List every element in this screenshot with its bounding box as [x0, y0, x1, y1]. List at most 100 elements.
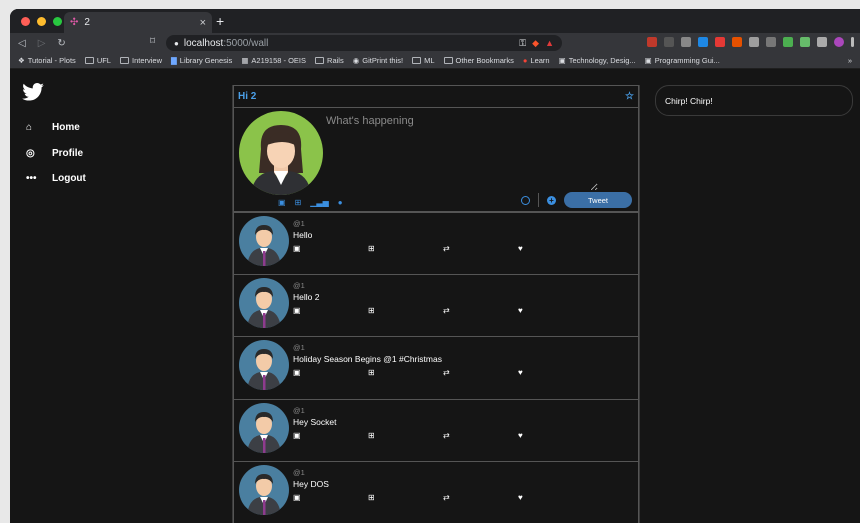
folder-icon [443, 57, 453, 64]
bookmark-item[interactable]: ▦ A219158 - OEIS [241, 56, 306, 65]
image-icon[interactable]: ▣ [293, 431, 301, 440]
post-handle[interactable]: @1 [293, 406, 305, 415]
extension-icon[interactable] [715, 37, 725, 47]
back-icon[interactable]: ◁ [18, 38, 26, 49]
gift-icon[interactable]: ⊞ [368, 306, 375, 315]
user-circle-icon: ◎ [26, 147, 35, 159]
puzzle-icon[interactable] [817, 37, 827, 47]
gift-icon[interactable]: ⊞ [368, 431, 375, 440]
poll-icon[interactable]: ▁▃▅ [310, 198, 328, 207]
retweet-icon[interactable]: ⇄ [443, 306, 450, 315]
extension-icon[interactable] [681, 37, 691, 47]
browser-tab[interactable]: ✣ 2 × [64, 12, 212, 33]
bookmark-item[interactable]: ● Learn [523, 56, 550, 65]
address-bar[interactable]: ● localhost:5000/wall ⚿ ◆ ▲ [166, 35, 562, 51]
gift-icon[interactable]: ⊞ [368, 493, 375, 502]
image-icon[interactable]: ▣ [293, 244, 301, 253]
gift-icon[interactable]: ⊞ [368, 244, 375, 253]
retweet-icon[interactable]: ⇄ [443, 368, 450, 377]
bookmark-item[interactable]: UFL [84, 56, 111, 65]
gift-icon[interactable]: ⊞ [368, 368, 375, 377]
extension-icon[interactable] [732, 37, 742, 47]
twitter-bird-icon[interactable] [22, 83, 44, 101]
url-path: :5000/wall [223, 37, 269, 49]
post-handle[interactable]: @1 [293, 219, 305, 228]
bookmark-item[interactable]: Interview [119, 56, 162, 65]
new-tab-button[interactable]: + [216, 13, 224, 29]
sidebar: ⌂ Home ◎ Profile ••• Logout [22, 83, 86, 192]
bookmark-item[interactable]: Rails [315, 56, 344, 65]
add-thread-icon[interactable]: + [547, 195, 556, 205]
tweet-button[interactable]: Tweet [564, 192, 632, 208]
image-icon[interactable]: ▣ [293, 493, 301, 502]
avatar[interactable] [239, 402, 289, 453]
bookmark-item[interactable]: ▇ Library Genesis [171, 56, 232, 65]
post-handle[interactable]: @1 [293, 343, 305, 352]
close-window-button[interactable] [21, 16, 30, 26]
star-icon[interactable]: ☆ [625, 91, 634, 102]
heart-icon[interactable]: ♥ [518, 306, 523, 315]
bookmark-item[interactable]: ▣ Technology, Desig... [559, 56, 636, 65]
bookmark-item[interactable]: Other Bookmarks [443, 56, 514, 65]
info-icon[interactable]: ● [174, 39, 179, 48]
window-controls [21, 16, 62, 26]
bookmark-page-icon[interactable]: ⌑ [150, 36, 155, 47]
extension-icon[interactable] [800, 37, 810, 47]
extension-icon[interactable] [749, 37, 759, 47]
post-handle[interactable]: @1 [293, 281, 305, 290]
retweet-icon[interactable]: ⇄ [443, 244, 450, 253]
emoji-icon[interactable]: ● [338, 198, 343, 207]
avatar[interactable] [239, 340, 289, 390]
bookmarks-bar: ❖ Tutorial - Plots UFL Interview ▇ Library… [10, 53, 860, 69]
post-handle[interactable]: @1 [293, 468, 305, 477]
bookmark-item[interactable]: ◉ GitPrint this! [353, 56, 403, 65]
avatar[interactable] [239, 465, 289, 515]
sidebar-item-home[interactable]: ⌂ Home [22, 115, 86, 141]
globe-icon: ◉ [352, 56, 360, 65]
bookmark-item[interactable]: ❖ Tutorial - Plots [18, 56, 76, 65]
sidebar-item-logout[interactable]: ••• Logout [22, 166, 86, 192]
extension-icon[interactable] [664, 37, 674, 47]
heart-icon[interactable]: ♥ [518, 431, 523, 440]
forward-icon[interactable]: ▷ [38, 38, 46, 49]
post-text: Hello 2 [293, 291, 320, 302]
folder-icon [315, 57, 325, 64]
heart-icon[interactable]: ♥ [518, 493, 523, 502]
extension-icon[interactable] [783, 37, 793, 47]
minimize-window-button[interactable] [37, 16, 46, 26]
brave-rewards-icon[interactable]: ▲ [545, 38, 554, 48]
url-host: localhost [183, 37, 224, 49]
site-icon: ▣ [644, 56, 652, 65]
site-icon: ▣ [558, 56, 566, 65]
tab-bar: ✣ 2 × + [10, 9, 860, 33]
heart-icon[interactable]: ♥ [518, 368, 523, 377]
retweet-icon[interactable]: ⇄ [443, 431, 450, 440]
image-icon[interactable]: ▣ [293, 306, 301, 315]
avatar[interactable] [239, 277, 289, 328]
tweet-input[interactable] [326, 115, 598, 191]
reload-icon[interactable]: ↻ [57, 38, 65, 49]
avatar[interactable] [239, 216, 289, 266]
maximize-window-button[interactable] [53, 16, 62, 26]
sidebar-item-profile[interactable]: ◎ Profile [22, 141, 86, 167]
heart-icon[interactable]: ♥ [518, 244, 523, 253]
brave-shield-icon[interactable]: ◆ [532, 38, 539, 49]
post-item: @1 Hello 2 ▣ ⊞ ⇄ ♥ [233, 274, 639, 337]
key-icon[interactable]: ⚿ [519, 38, 526, 49]
sidebar-item-label: Home [52, 122, 80, 134]
tab-close-icon[interactable]: × [200, 17, 206, 29]
image-icon[interactable]: ▣ [293, 368, 301, 377]
menu-icon[interactable] [851, 37, 854, 47]
bookmark-item[interactable]: ML [412, 56, 435, 65]
post-item: @1 Hey Socket ▣ ⊞ ⇄ ♥ [233, 399, 639, 462]
extension-icon[interactable] [647, 37, 657, 47]
profile-avatar[interactable] [834, 37, 844, 47]
retweet-icon[interactable]: ⇄ [443, 493, 450, 502]
bookmark-item[interactable]: ▣ Programming Gui... [645, 56, 720, 65]
extension-icon[interactable] [766, 37, 776, 47]
bookmarks-overflow-icon[interactable]: » [848, 56, 852, 65]
extension-icon[interactable] [698, 37, 708, 47]
post-text: Holiday Season Begins @1 #Christmas [293, 354, 442, 364]
image-icon[interactable]: ▣ [278, 198, 286, 207]
gift-icon[interactable]: ⊞ [295, 198, 302, 207]
